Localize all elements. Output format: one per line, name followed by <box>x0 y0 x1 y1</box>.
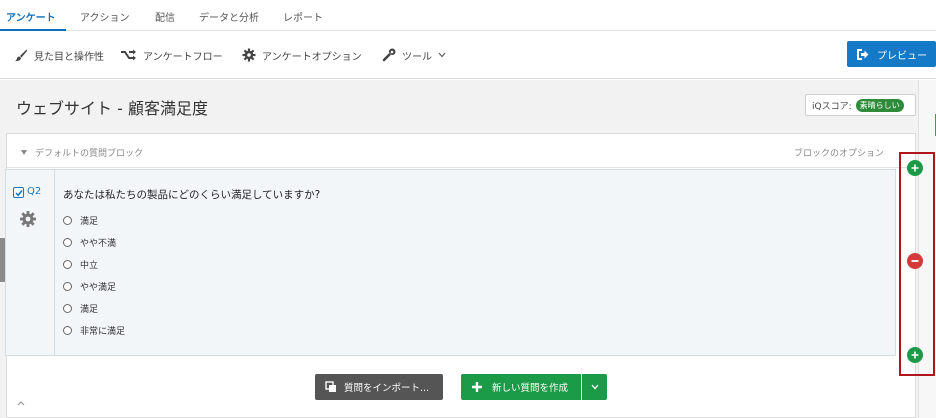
choice-label: 中立 <box>80 260 99 271</box>
add-question-above-button[interactable] <box>907 160 923 176</box>
chevron-down-icon <box>591 384 598 390</box>
gear-icon[interactable] <box>19 210 37 228</box>
minus-icon <box>911 260 919 262</box>
iq-score-box[interactable]: iQスコア: 素晴らしい <box>805 94 916 116</box>
question-id: Q2 <box>27 186 42 197</box>
tab-actions[interactable]: アクション <box>80 9 130 24</box>
tab-survey[interactable]: アンケート <box>6 9 56 24</box>
paintbrush-icon <box>15 49 27 61</box>
block-name-toggle[interactable]: デフォルトの質問ブロック <box>21 146 143 159</box>
iq-score-label: iQスコア: <box>812 101 852 112</box>
choice-item[interactable]: 非常に満足 <box>63 324 126 337</box>
question-select-checkbox[interactable] <box>13 187 24 198</box>
choice-label: 満足 <box>80 304 99 315</box>
add-question-below-button[interactable] <box>907 347 923 363</box>
preview-label: プレビュー <box>877 50 927 62</box>
check-icon <box>15 190 23 197</box>
create-new-question-button[interactable]: 新しい質問を作成 <box>461 374 581 400</box>
tools-label: ツール <box>402 51 432 63</box>
remove-question-button[interactable] <box>907 253 923 269</box>
gear-icon <box>242 48 256 62</box>
choice-label: 満足 <box>80 216 99 227</box>
question-text[interactable]: あなたは私たちの製品にどのくらい満足していますか? <box>63 187 320 202</box>
block-header: デフォルトの質問ブロック ブロックのオプション <box>7 134 915 168</box>
import-questions-button[interactable]: 質問をインポート... <box>315 374 443 400</box>
survey-title[interactable]: ウェブサイト - 顧客満足度 <box>16 95 208 119</box>
survey-options-button[interactable]: アンケートオプション <box>242 47 362 63</box>
preview-button[interactable]: プレビュー <box>847 41 936 67</box>
look-feel-label: 見た目と操作性 <box>34 51 104 63</box>
import-questions-label: 質問をインポート... <box>344 383 430 394</box>
tools-dropdown[interactable]: ツール <box>382 47 446 63</box>
top-navigation: アンケート アクション 配信 データと分析 レポート <box>0 0 936 31</box>
survey-flow-label: アンケートフロー <box>143 51 223 63</box>
radio-button[interactable] <box>63 325 72 335</box>
choice-label: 非常に満足 <box>80 326 126 337</box>
radio-button[interactable] <box>63 237 72 247</box>
radio-button[interactable] <box>63 259 72 269</box>
look-feel-button[interactable]: 見た目と操作性 <box>14 47 104 63</box>
choice-item[interactable]: 満足 <box>63 214 99 227</box>
choice-item[interactable]: 中立 <box>63 258 99 271</box>
chevron-up-icon[interactable] <box>16 399 26 407</box>
choice-label: やや不満 <box>80 238 117 249</box>
tab-data-analysis[interactable]: データと分析 <box>199 9 259 24</box>
radio-button[interactable] <box>63 215 72 225</box>
survey-flow-button[interactable]: アンケートフロー <box>120 47 223 63</box>
iq-score-badge: 素晴らしい <box>855 98 904 112</box>
collapse-triangle-icon <box>21 150 27 155</box>
survey-options-label: アンケートオプション <box>262 51 362 63</box>
radio-button[interactable] <box>63 281 72 291</box>
flow-icon <box>121 49 136 61</box>
tab-reports[interactable]: レポート <box>283 9 323 24</box>
choice-item[interactable]: やや不満 <box>63 236 117 249</box>
choice-label: やや満足 <box>80 282 117 293</box>
plus-icon <box>911 164 919 172</box>
create-new-question-label: 新しい質問を作成 <box>492 383 569 394</box>
new-question-dropdown[interactable] <box>582 374 607 400</box>
choice-item[interactable]: 満足 <box>63 302 99 315</box>
block-options-button[interactable]: ブロックのオプション <box>794 146 884 159</box>
block-name: デフォルトの質問ブロック <box>35 149 144 159</box>
plus-icon <box>911 351 919 359</box>
chevron-down-icon <box>438 52 446 58</box>
preview-icon <box>857 48 869 60</box>
copy-icon <box>325 381 336 392</box>
wrench-icon <box>382 48 396 62</box>
radio-button[interactable] <box>63 303 72 313</box>
tab-distributions[interactable]: 配信 <box>155 9 175 24</box>
plus-icon <box>472 382 482 392</box>
choice-item[interactable]: やや満足 <box>63 280 117 293</box>
